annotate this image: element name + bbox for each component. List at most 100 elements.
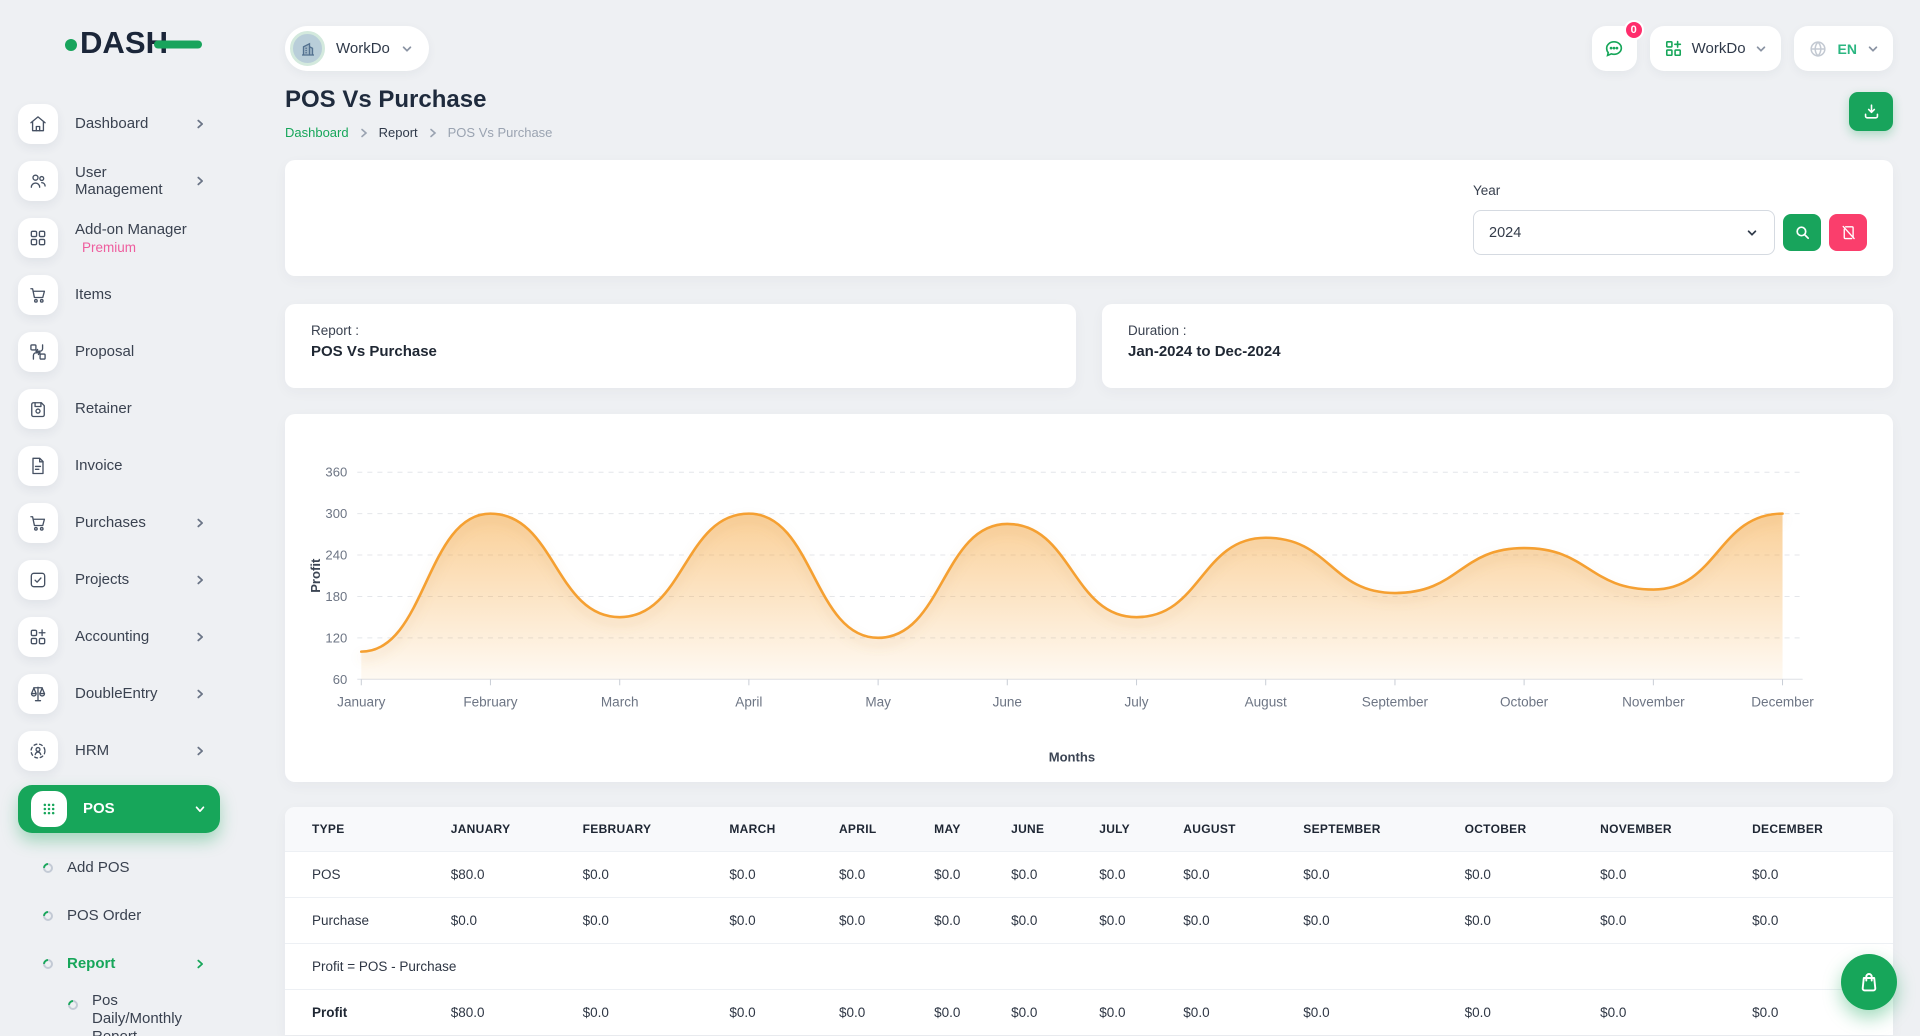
sidebar-item-hrm[interactable]: HRM: [18, 728, 220, 774]
sidebar-item-items[interactable]: Items: [18, 272, 220, 318]
column-header-december: DECEMBER: [1742, 807, 1893, 852]
svg-text:180: 180: [325, 589, 347, 604]
sidebar-subitem-add-pos[interactable]: Add POS: [18, 844, 220, 892]
sidebar-item-projects[interactable]: Projects: [18, 557, 220, 603]
value-cell: $0.0: [1742, 898, 1893, 944]
sidebar-item-label: HRM: [75, 742, 109, 759]
check-square-icon: [18, 560, 58, 600]
chevron-right-icon: [194, 958, 206, 970]
cart-icon: [18, 275, 58, 315]
value-cell: $0.0: [719, 852, 829, 898]
messages-button[interactable]: 0: [1592, 26, 1637, 71]
table-row: Profit$80.0$0.0$0.0$0.0$0.0$0.0$0.0$0.0$…: [285, 990, 1893, 1036]
svg-text:May: May: [865, 694, 891, 709]
sidebar-item-purchases[interactable]: Purchases: [18, 500, 220, 546]
page-title: POS Vs Purchase: [285, 86, 552, 114]
report-table: TYPEJANUARYFEBRUARYMARCHAPRILMAYJUNEJULY…: [285, 807, 1893, 1035]
table-row: Profit = POS - Purchase: [285, 944, 1893, 990]
sidebar-item-invoice[interactable]: Invoice: [18, 443, 220, 489]
value-cell: $0.0: [573, 990, 720, 1036]
value-cell: $0.0: [1455, 990, 1591, 1036]
main-content: WorkDo 0: [238, 0, 1920, 1036]
breadcrumb-dashboard[interactable]: Dashboard: [285, 125, 349, 140]
svg-text:Months: Months: [1049, 750, 1095, 765]
chevron-right-icon: [194, 688, 206, 700]
sidebar-subitem-report[interactable]: Report: [18, 940, 220, 988]
sidebar-item-label: POS: [83, 800, 115, 817]
column-header-june: JUNE: [1001, 807, 1089, 852]
chevron-down-icon: [194, 803, 206, 815]
sidebar-subitem-pos-daily-monthly-report[interactable]: Pos Daily/Monthly Report: [18, 988, 220, 1036]
value-cell: $0.0: [573, 852, 720, 898]
globe-icon: [1808, 39, 1828, 59]
workdo-menu-button[interactable]: WorkDo: [1650, 26, 1781, 71]
language-selector[interactable]: EN: [1794, 26, 1893, 71]
sidebar-subitem-label: POS Order: [67, 907, 141, 925]
column-header-february: FEBRUARY: [573, 807, 720, 852]
header-row: TYPEJANUARYFEBRUARYMARCHAPRILMAYJUNEJULY…: [285, 807, 1893, 852]
sidebar-item-retainer[interactable]: Retainer: [18, 386, 220, 432]
app-root: DASH Dashboard User Management Add-on Mana…: [0, 0, 1920, 1036]
value-cell: $0.0: [924, 990, 1001, 1036]
sidebar-item-label: Accounting: [75, 628, 149, 645]
chevron-down-icon: [1755, 43, 1767, 55]
download-button[interactable]: [1849, 92, 1893, 131]
duration-label: Duration :: [1128, 323, 1867, 338]
shopping-bag-icon: [1857, 970, 1881, 994]
sidebar-subitem-pos-order[interactable]: POS Order: [18, 892, 220, 940]
report-label: Report :: [311, 323, 1050, 338]
svg-text:March: March: [601, 694, 639, 709]
svg-text:Profit: Profit: [308, 558, 323, 593]
column-header-august: AUGUST: [1173, 807, 1293, 852]
sidebar-item-proposal[interactable]: Proposal: [18, 329, 220, 375]
value-cell: $0.0: [1001, 898, 1089, 944]
topbar: WorkDo 0: [285, 26, 1893, 71]
svg-text:July: July: [1124, 694, 1148, 709]
value-cell: $0.0: [1001, 990, 1089, 1036]
chevron-down-icon: [1746, 227, 1758, 239]
sidebar-item-dashboard[interactable]: Dashboard: [18, 101, 220, 147]
row-label: Purchase: [285, 898, 441, 944]
value-cell: $0.0: [1001, 852, 1089, 898]
pos-cart-fab[interactable]: [1841, 954, 1897, 1010]
column-header-april: APRIL: [829, 807, 924, 852]
svg-text:September: September: [1362, 694, 1429, 709]
workspace-avatar: [290, 31, 325, 66]
invoice-icon: [18, 446, 58, 486]
value-cell: $0.0: [1173, 898, 1293, 944]
sidebar-item-pos[interactable]: POS: [18, 785, 220, 833]
value-cell: $0.0: [573, 898, 720, 944]
search-button[interactable]: [1783, 214, 1821, 251]
clear-filter-icon: [1840, 224, 1857, 241]
column-header-may: MAY: [924, 807, 1001, 852]
value-cell: $0.0: [1173, 990, 1293, 1036]
building-icon: [299, 40, 317, 58]
svg-text:January: January: [337, 694, 385, 709]
svg-text:DASH: DASH: [80, 25, 168, 58]
chevron-right-icon: [194, 631, 206, 643]
workspace-selector[interactable]: WorkDo: [285, 26, 429, 71]
premium-tag: Premium: [82, 240, 187, 255]
duration-card: Duration : Jan-2024 to Dec-2024: [1102, 304, 1893, 388]
sidebar-item-user-management[interactable]: User Management: [18, 158, 220, 204]
svg-text:60: 60: [333, 672, 348, 687]
sidebar-item-label: Purchases: [75, 514, 146, 531]
sidebar-subitem-label: Pos Daily/Monthly Report: [92, 992, 210, 1036]
value-cell: $0.0: [924, 898, 1001, 944]
sidebar-item-doubleentry[interactable]: DoubleEntry: [18, 671, 220, 717]
value-cell: $0.0: [829, 852, 924, 898]
save-icon: [18, 389, 58, 429]
dash-logo[interactable]: DASH: [64, 24, 238, 63]
dots-grid-icon: [31, 791, 67, 827]
scales-icon: [18, 674, 58, 714]
column-header-october: OCTOBER: [1455, 807, 1591, 852]
sidebar-subitem-label: Report: [67, 955, 115, 973]
svg-text:February: February: [463, 694, 517, 709]
year-select[interactable]: 2024: [1473, 210, 1775, 255]
reset-button[interactable]: [1829, 214, 1867, 251]
sidebar-item-accounting[interactable]: Accounting: [18, 614, 220, 660]
sidebar-item-add-on-manager[interactable]: Add-on ManagerPremium: [18, 215, 220, 261]
breadcrumb-report[interactable]: Report: [379, 125, 418, 140]
note-cell: Profit = POS - Purchase: [285, 944, 1893, 990]
value-cell: $80.0: [441, 852, 573, 898]
